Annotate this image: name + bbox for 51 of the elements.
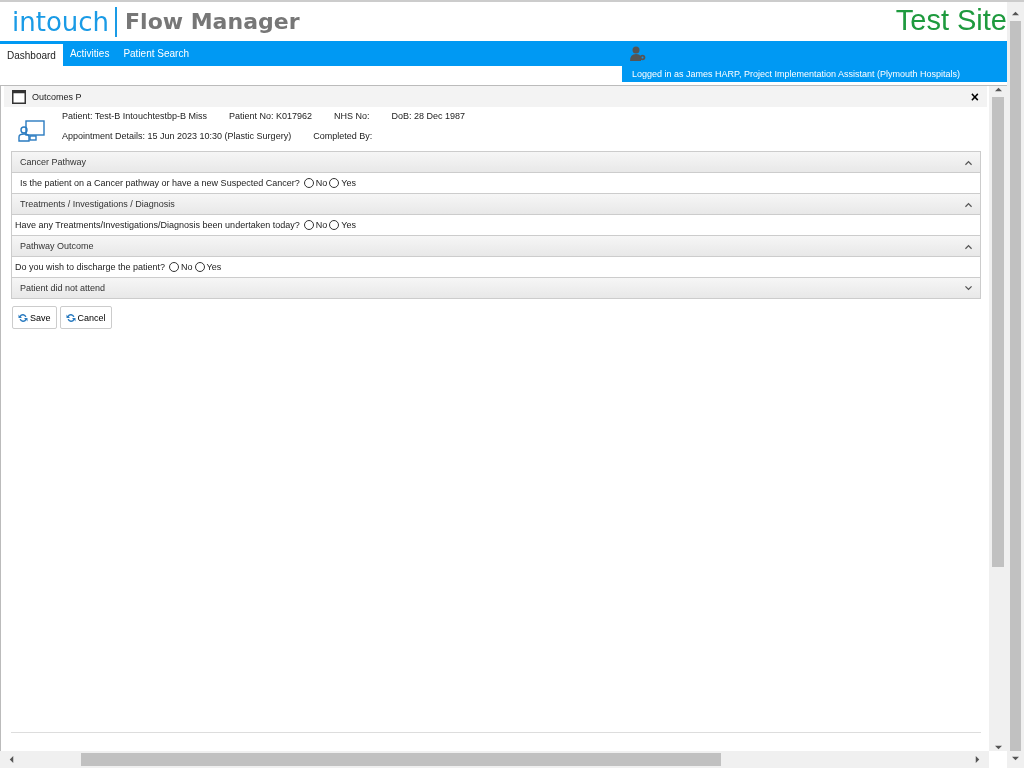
chevron-up-icon[interactable] bbox=[965, 200, 972, 208]
chevron-up-icon[interactable] bbox=[965, 158, 972, 166]
brand-logo: intouch bbox=[12, 6, 118, 37]
radio-button[interactable] bbox=[329, 178, 340, 188]
question-text: Do you wish to discharge the patient? bbox=[15, 262, 166, 272]
refresh-icon bbox=[18, 312, 28, 323]
window-icon bbox=[12, 89, 26, 104]
scroll-up-icon[interactable] bbox=[994, 86, 1002, 93]
product-name: Flow Manager bbox=[125, 9, 300, 34]
radio-button[interactable] bbox=[194, 262, 205, 272]
scroll-down-icon[interactable] bbox=[994, 744, 1002, 751]
section-header[interactable]: Cancer Pathway bbox=[12, 152, 980, 172]
patient-detail: Patient No: K017962 bbox=[228, 111, 312, 121]
action-button[interactable]: Cancel bbox=[59, 306, 112, 329]
dialog-scrollbar[interactable] bbox=[989, 86, 1007, 751]
dialog-title: Outcomes P bbox=[32, 91, 82, 102]
patient-detail: Completed By: bbox=[313, 131, 373, 141]
radio-button[interactable] bbox=[329, 220, 340, 230]
section-header[interactable]: Patient did not attend bbox=[12, 277, 980, 298]
close-button[interactable]: × bbox=[970, 88, 979, 105]
nav-tab[interactable]: Dashboard bbox=[0, 44, 63, 66]
action-button[interactable]: Save bbox=[12, 306, 57, 329]
horizontal-scrollbar[interactable] bbox=[0, 751, 989, 768]
radio-button[interactable] bbox=[303, 220, 314, 230]
radio-button[interactable] bbox=[169, 262, 180, 272]
radio-label[interactable]: Yes bbox=[341, 220, 356, 230]
patient-screen-icon bbox=[18, 119, 46, 143]
radio-button[interactable] bbox=[303, 178, 314, 188]
login-status: Logged in as James HARP, Project Implementation Assistant (Plymouth Hospitals) bbox=[622, 66, 1007, 82]
chevron-down-icon[interactable] bbox=[965, 284, 972, 292]
patient-detail: Appointment Details: 15 Jun 2023 10:30 (Plastic Surgery) bbox=[62, 131, 292, 141]
question-text: Is the patient on a Cancer pathway or have a new Suspected Cancer? bbox=[20, 178, 300, 188]
scroll-up-icon[interactable] bbox=[1012, 10, 1019, 17]
refresh-icon bbox=[65, 312, 76, 323]
page-scrollbar[interactable] bbox=[1007, 2, 1024, 768]
patient-detail: NHS No: bbox=[333, 111, 370, 121]
radio-label[interactable]: Yes bbox=[341, 178, 356, 188]
section-header[interactable]: Treatments / Investigations / Diagnosis bbox=[12, 193, 980, 214]
section-header[interactable]: Pathway Outcome bbox=[12, 235, 980, 256]
question-text: Have any Treatments/Investigations/Diagnosis been undertaken today? bbox=[15, 220, 300, 230]
patient-detail: DoB: 28 Dec 1987 bbox=[391, 111, 466, 121]
scroll-left-icon[interactable] bbox=[8, 756, 15, 763]
patient-detail: Patient: Test-B Intouchtestbp-B Miss bbox=[62, 111, 207, 121]
radio-label[interactable]: No bbox=[315, 220, 328, 230]
scroll-down-icon[interactable] bbox=[1012, 755, 1019, 762]
scroll-right-icon[interactable] bbox=[974, 756, 981, 763]
radio-label[interactable]: No bbox=[315, 178, 328, 188]
site-label: Test Site bbox=[895, 4, 1007, 37]
chevron-up-icon[interactable] bbox=[965, 242, 972, 250]
radio-label[interactable]: No bbox=[181, 262, 193, 272]
radio-label[interactable]: Yes bbox=[206, 262, 222, 272]
